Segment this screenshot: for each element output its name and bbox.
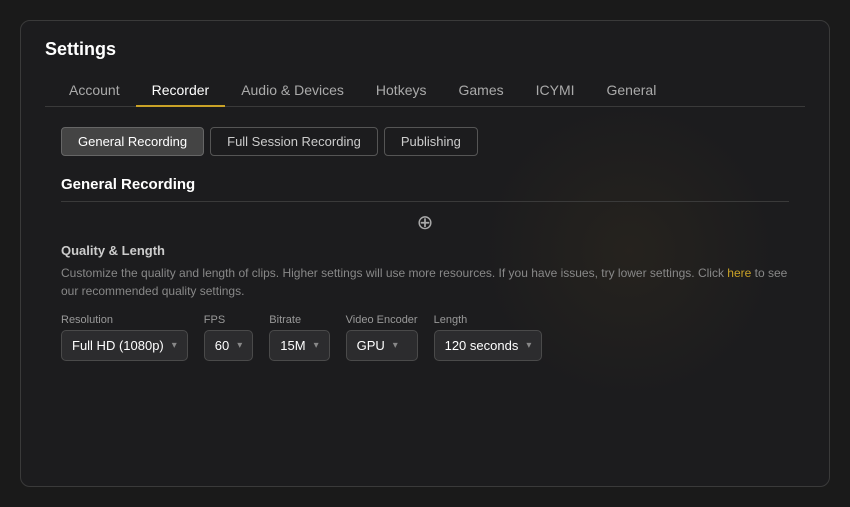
chevron-down-icon: ▾ — [172, 340, 177, 351]
chevron-down-icon: ▾ — [393, 340, 398, 351]
dropdown-bitrate[interactable]: 15M ▾ — [269, 330, 329, 361]
dropdown-group-length: Length 120 seconds ▾ — [434, 314, 543, 361]
nav-tabs: AccountRecorderAudio & DevicesHotkeysGam… — [45, 74, 805, 107]
dropdown-label-resolution: Resolution — [61, 314, 188, 326]
dropdown-video-encoder[interactable]: GPU ▾ — [346, 330, 418, 361]
move-icon-area: ⊕ — [61, 210, 789, 235]
dropdown-fps[interactable]: 60 ▾ — [204, 330, 254, 361]
dropdown-label-fps: FPS — [204, 314, 254, 326]
quality-group: Quality & Length Customize the quality a… — [61, 243, 789, 361]
section-title: General Recording — [61, 176, 789, 202]
dropdown-label-length: Length — [434, 314, 543, 326]
move-icon: ⊕ — [417, 210, 434, 235]
dropdown-resolution[interactable]: Full HD (1080p) ▾ — [61, 330, 188, 361]
quality-description: Customize the quality and length of clip… — [61, 264, 789, 300]
settings-window: Settings AccountRecorderAudio & DevicesH… — [20, 20, 830, 487]
sub-tab-full-session[interactable]: Full Session Recording — [210, 127, 378, 156]
dropdown-group-video-encoder: Video Encoder GPU ▾ — [346, 314, 418, 361]
nav-tab-general[interactable]: General — [591, 74, 673, 106]
nav-tab-audio-devices[interactable]: Audio & Devices — [225, 74, 360, 106]
nav-tab-hotkeys[interactable]: Hotkeys — [360, 74, 443, 106]
nav-tab-games[interactable]: Games — [442, 74, 519, 106]
dropdown-label-video-encoder: Video Encoder — [346, 314, 418, 326]
sub-tab-publishing[interactable]: Publishing — [384, 127, 478, 156]
nav-tab-icymi[interactable]: ICYMI — [520, 74, 591, 106]
dropdown-group-fps: FPS 60 ▾ — [204, 314, 254, 361]
dropdown-value-video-encoder: GPU — [357, 338, 385, 353]
nav-tab-account[interactable]: Account — [69, 74, 136, 106]
chevron-down-icon: ▾ — [237, 340, 242, 351]
chevron-down-icon: ▾ — [526, 340, 531, 351]
main-content: General RecordingFull Session RecordingP… — [21, 107, 829, 486]
dropdown-value-fps: 60 — [215, 338, 229, 353]
nav-tab-recorder[interactable]: Recorder — [136, 74, 226, 106]
description-text-1: Customize the quality and length of clip… — [61, 266, 727, 280]
dropdown-value-length: 120 seconds — [445, 338, 519, 353]
dropdown-group-bitrate: Bitrate 15M ▾ — [269, 314, 329, 361]
dropdown-group-resolution: Resolution Full HD (1080p) ▾ — [61, 314, 188, 361]
page-title: Settings — [45, 39, 805, 60]
sub-tabs: General RecordingFull Session RecordingP… — [61, 127, 789, 156]
sub-tab-general-recording[interactable]: General Recording — [61, 127, 204, 156]
dropdown-value-bitrate: 15M — [280, 338, 305, 353]
quality-label: Quality & Length — [61, 243, 789, 258]
dropdown-label-bitrate: Bitrate — [269, 314, 329, 326]
chevron-down-icon: ▾ — [314, 340, 319, 351]
dropdowns-row: Resolution Full HD (1080p) ▾ FPS 60 ▾ Bitrate 1… — [61, 314, 789, 361]
recommended-link[interactable]: here — [727, 266, 751, 280]
dropdown-length[interactable]: 120 seconds ▾ — [434, 330, 543, 361]
dropdown-value-resolution: Full HD (1080p) — [72, 338, 164, 353]
title-bar: Settings AccountRecorderAudio & DevicesH… — [21, 21, 829, 107]
